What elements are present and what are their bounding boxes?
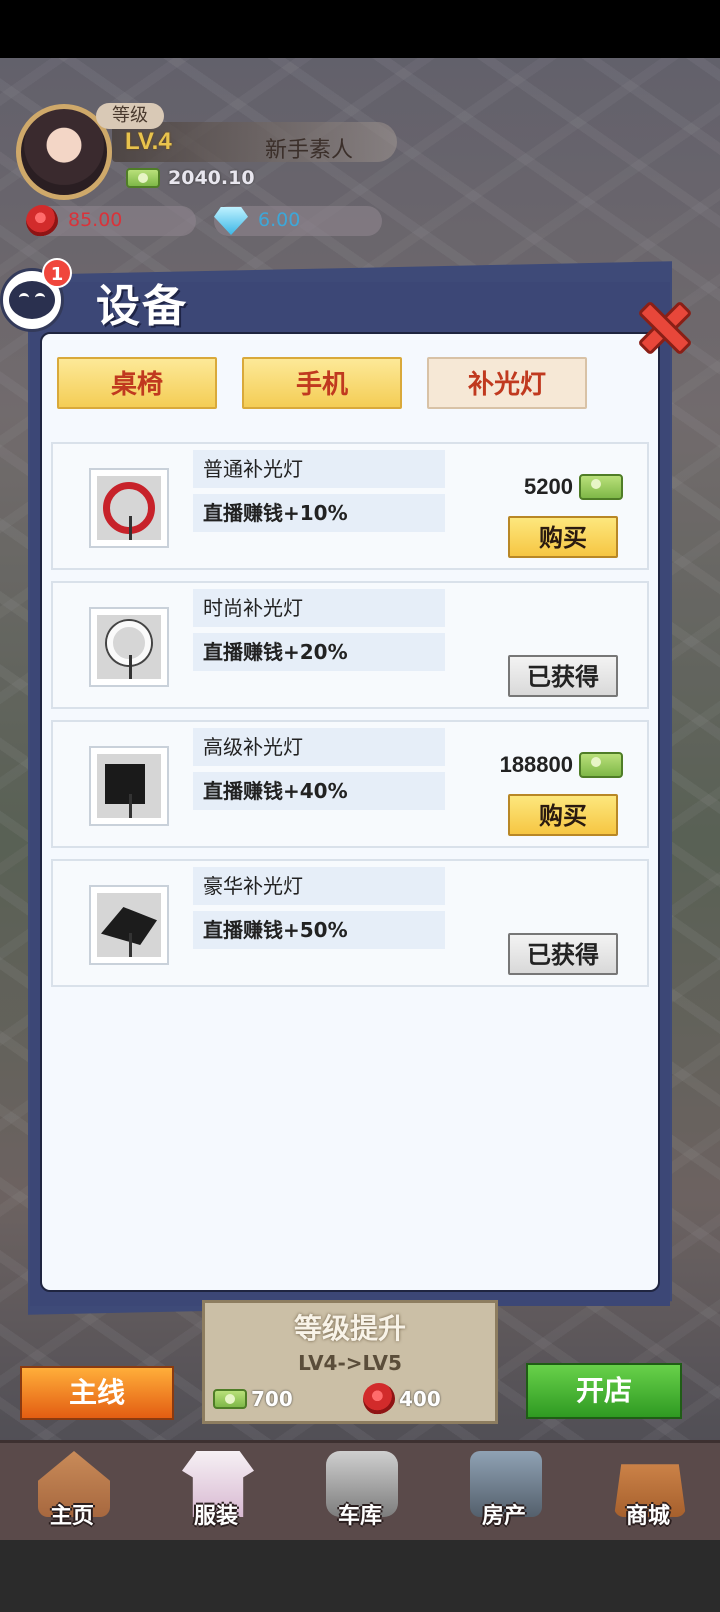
item-effect: 直播赚钱+10% [193,494,445,532]
system-nav-bar [0,1540,720,1612]
nav-item-house[interactable]: 房产 [432,1443,576,1540]
price-value: 5200 [524,474,573,499]
item-effect: 直播赚钱+40% [193,772,445,810]
item-effect: 直播赚钱+20% [193,633,445,671]
upgrade-money-cost: 700 [213,1387,293,1411]
close-icon[interactable] [632,298,688,350]
tab-phone[interactable]: 手机 [242,357,402,409]
softbox-light-icon [97,754,161,818]
money-display: 2040.10 [126,164,255,192]
item-effect: 直播赚钱+50% [193,911,445,949]
list-item: 豪华补光灯 直播赚钱+50% 已获得 [51,859,649,987]
umbrella-light-icon [97,893,161,957]
player-rank: 新手素人 [265,138,354,163]
upgrade-levels: LV4->LV5 [298,1351,402,1375]
item-thumbnail [89,746,169,826]
item-name: 普通补光灯 [193,450,445,488]
item-name: 豪华补光灯 [193,867,445,905]
chat-face-icon [9,281,55,319]
bottom-nav: 主页 服装 车库 房产 商城 [0,1440,720,1540]
money-cost-value: 700 [251,1387,293,1411]
item-price: 5200 [524,474,623,500]
list-item: 高级补光灯 直播赚钱+40% 188800 购买 [51,720,649,848]
nav-item-home[interactable]: 主页 [0,1443,144,1540]
item-name: 时尚补光灯 [193,589,445,627]
cash-icon [213,1389,247,1409]
rose-icon [26,205,58,237]
item-thumbnail [89,468,169,548]
buy-button[interactable]: 购买 [508,516,618,558]
nav-label: 商城 [625,1504,670,1529]
cash-icon [126,168,160,188]
owned-button[interactable]: 已获得 [508,655,618,697]
item-thumbnail [89,885,169,965]
level-upgrade-card[interactable]: 等级提升 LV4->LV5 700 400 [202,1300,498,1424]
price-value: 188800 [499,752,573,777]
main-quest-button[interactable]: 主线 [20,1366,174,1420]
list-item: 普通补光灯 直播赚钱+10% 5200 购买 [51,442,649,570]
cash-icon [579,474,623,500]
nav-label: 服装 [193,1504,238,1529]
owned-button[interactable]: 已获得 [508,933,618,975]
level-tag: 等级 [96,103,164,129]
cash-icon [579,752,623,778]
money-value: 2040.10 [168,167,255,189]
notification-badge: 1 [42,258,72,288]
status-bar [0,0,720,58]
item-thumbnail [89,607,169,687]
item-name: 高级补光灯 [193,728,445,766]
nav-label: 主页 [49,1504,94,1529]
rose-value: 85.00 [68,209,123,231]
nav-item-garage[interactable]: 车库 [288,1443,432,1540]
upgrade-rose-cost: 400 [363,1383,441,1415]
open-store-button[interactable]: 开店 [526,1363,682,1419]
nav-item-clothes[interactable]: 服装 [144,1443,288,1540]
diamond-value: 6.00 [258,209,301,231]
buy-button[interactable]: 购买 [508,794,618,836]
nav-item-shop[interactable]: 商城 [576,1443,720,1540]
ring-light-white-icon [97,615,161,679]
player-level: LV.4 [125,128,172,155]
nav-label: 房产 [481,1504,526,1529]
list-item: 时尚补光灯 直播赚钱+20% 已获得 [51,581,649,709]
tab-fill-light[interactable]: 补光灯 [427,357,587,409]
ring-light-red-icon [97,476,161,540]
panel-title: 设备 [96,281,188,332]
tab-desk-chair[interactable]: 桌椅 [57,357,217,409]
nav-label: 车库 [337,1504,382,1529]
rose-cost-value: 400 [399,1387,441,1411]
upgrade-title: 等级提升 [293,1312,406,1345]
item-price: 188800 [500,752,623,778]
rose-icon [363,1383,395,1415]
